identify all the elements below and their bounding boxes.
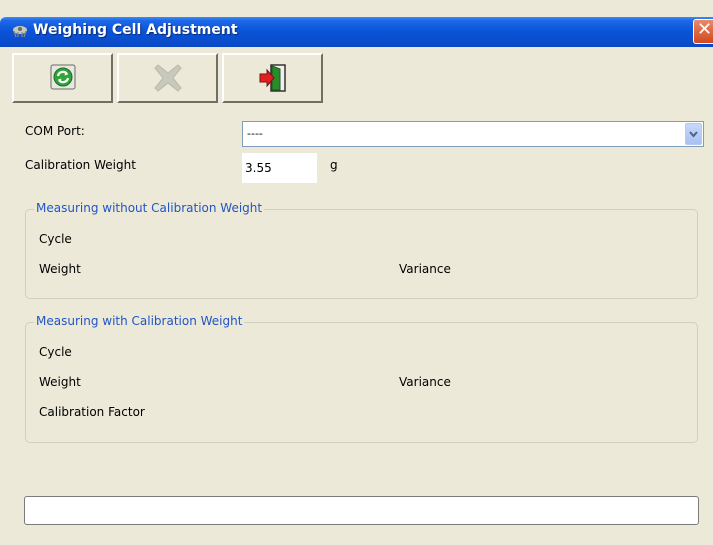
with-variance-label: Variance [399,375,451,389]
chevron-down-icon [689,131,698,138]
with-cycle-label: Cycle [39,345,72,359]
close-button[interactable]: ✕ [693,19,713,44]
app-icon [13,26,27,38]
calibration-factor-label: Calibration Factor [39,405,145,419]
com-port-label: COM Port: [25,124,85,138]
group-with-calibration-title: Measuring with Calibration Weight [34,314,245,328]
refresh-icon [50,64,76,90]
calibration-weight-unit: g [330,158,338,172]
with-weight-label: Weight [39,375,81,389]
com-port-select[interactable]: ---- [242,121,704,147]
window-title: Weighing Cell Adjustment [33,22,238,38]
exit-icon [259,64,286,92]
without-variance-label: Variance [399,262,451,276]
cancel-icon [154,64,182,92]
exit-button[interactable] [222,53,323,103]
group-with-calibration: Measuring with Calibration Weight [25,314,698,443]
cancel-button[interactable] [117,53,218,103]
title-bar[interactable]: Weighing Cell Adjustment ✕ [0,17,713,47]
com-port-value: ---- [247,127,263,140]
calibration-weight-label: Calibration Weight [25,158,136,172]
refresh-button[interactable] [12,53,113,103]
window: Weighing Cell Adjustment ✕ COM Port: ---… [0,0,713,545]
without-weight-label: Weight [39,262,81,276]
group-without-calibration: Measuring without Calibration Weight [25,201,698,299]
calibration-weight-input[interactable]: 3.55 [242,153,317,183]
status-field [24,496,699,525]
calibration-weight-value: 3.55 [245,161,272,175]
group-without-calibration-title: Measuring without Calibration Weight [34,201,265,215]
com-port-dropdown-button[interactable] [685,123,702,145]
without-cycle-label: Cycle [39,232,72,246]
close-icon: ✕ [697,19,713,40]
